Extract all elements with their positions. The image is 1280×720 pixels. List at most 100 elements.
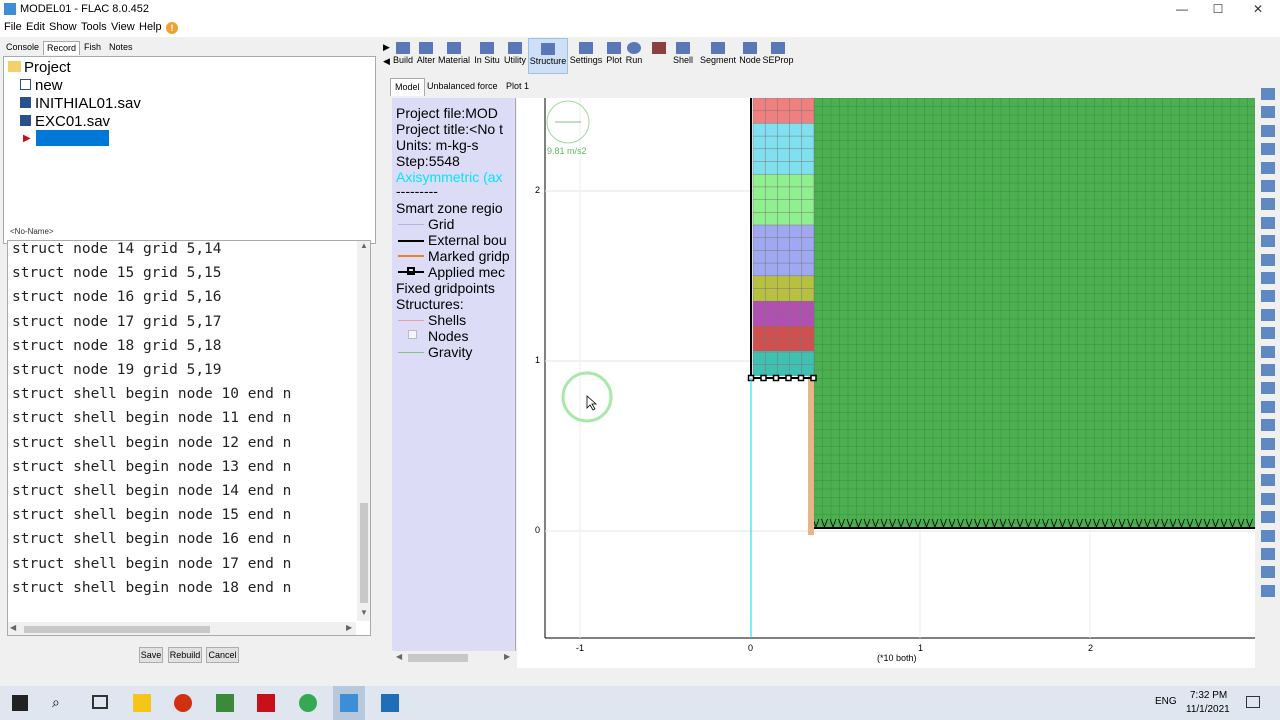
pane-splitter[interactable]: ▶ ◀ (382, 38, 390, 670)
plot-tool[interactable]: Plot (604, 38, 624, 74)
notification-icon[interactable] (1246, 696, 1260, 708)
tree-item-selected[interactable] (36, 130, 109, 146)
zoom-in-icon[interactable] (1261, 456, 1275, 468)
expand-arrow-icon[interactable]: ◀ (383, 56, 390, 67)
tab-unbalanced-force[interactable]: Unbalanced force (423, 78, 502, 96)
horizontal-scrollbar[interactable]: ◀ ▶ (8, 622, 356, 635)
scroll-thumb[interactable] (408, 654, 468, 662)
chrome-icon[interactable] (299, 694, 317, 712)
app-icon-blue[interactable] (381, 694, 399, 712)
down-arrow-icon[interactable] (1261, 511, 1275, 524)
app-icon-green[interactable] (216, 694, 234, 712)
collapse-arrow-icon[interactable]: ▶ (383, 42, 390, 53)
insitu-tool[interactable]: In Situ (472, 38, 502, 74)
material-tool[interactable]: Material (437, 38, 471, 74)
tab-fish[interactable]: Fish (81, 41, 104, 55)
menu-help[interactable]: Help (139, 21, 162, 33)
hash-icon[interactable] (1261, 327, 1275, 340)
search-icon[interactable]: ⌕ (52, 694, 60, 711)
reload-icon[interactable] (1261, 106, 1275, 119)
center-icon[interactable] (1261, 382, 1275, 395)
tab-record[interactable]: Record (43, 41, 81, 55)
back-icon[interactable] (1261, 584, 1275, 597)
save-button[interactable]: Save (139, 647, 163, 663)
alter-tool[interactable]: Alter (415, 38, 437, 74)
tab-console[interactable]: Console (3, 41, 42, 55)
zoom-icon[interactable] (1261, 198, 1275, 211)
segment-tool[interactable]: Segment (700, 38, 736, 74)
undo-icon[interactable] (1261, 437, 1275, 450)
grid2-icon[interactable] (1261, 364, 1275, 376)
grid-icon[interactable] (1261, 143, 1275, 156)
ruler-icon[interactable] (1261, 308, 1275, 321)
record-editor[interactable]: struct node 14 grid 5,14 struct node 15 g… (7, 240, 371, 636)
scroll-left-icon[interactable]: ◀ (396, 652, 402, 661)
zoom-fit-icon[interactable] (1261, 419, 1275, 432)
clock-time[interactable]: 7:32 PM (1190, 690, 1227, 701)
tab-plot-1[interactable]: Plot 1 (502, 78, 533, 96)
rebuild-button[interactable]: Rebuild (168, 647, 202, 663)
legend-scrollbar[interactable]: ◀ ▶ (392, 651, 516, 665)
structure-tool[interactable]: Structure (528, 38, 568, 74)
bars-icon[interactable] (1261, 400, 1275, 413)
cancel-button[interactable]: Cancel (206, 647, 239, 663)
shell-tool[interactable]: Shell (672, 38, 694, 74)
tree-item-new[interactable]: new (20, 77, 63, 95)
tree-item-exc01[interactable]: EXC01.sav (20, 113, 110, 131)
scroll-down-icon[interactable]: ▼ (357, 608, 370, 620)
copy-icon[interactable] (1261, 124, 1275, 137)
acrobat-icon[interactable] (257, 694, 275, 712)
node-tool[interactable]: Node (738, 38, 762, 74)
right-arrow-icon[interactable] (1261, 548, 1275, 560)
windows-start-icon[interactable] (12, 695, 28, 711)
recorder-icon[interactable] (174, 694, 192, 712)
scroll-right-icon[interactable]: ▶ (346, 623, 352, 632)
scroll-thumb[interactable] (360, 503, 368, 603)
scroll-up-icon[interactable]: ▲ (357, 241, 370, 253)
tree-item-inithial01[interactable]: INITHIAL01.sav (20, 95, 141, 113)
redo-icon[interactable] (1261, 566, 1275, 579)
menu-file[interactable]: File (4, 21, 22, 33)
menu-tools[interactable]: Tools (81, 21, 107, 33)
pan-icon[interactable] (1261, 216, 1275, 229)
maximize-button[interactable]: ☐ (1208, 2, 1228, 18)
tab-notes[interactable]: Notes (106, 41, 136, 55)
menu-show[interactable]: Show (49, 21, 77, 33)
build-tool[interactable]: Build (392, 38, 414, 74)
layout-icon[interactable] (1261, 161, 1275, 174)
utility-tool[interactable]: Utility (502, 38, 528, 74)
vertical-scrollbar[interactable]: ▲ ▼ (357, 241, 370, 621)
close-view-icon[interactable] (1261, 180, 1275, 192)
scroll-left-icon[interactable]: ◀ (10, 623, 16, 632)
flac-taskbar-active[interactable] (333, 686, 365, 720)
up-arrow-icon[interactable] (1261, 492, 1275, 505)
tool-label: Settings (569, 55, 603, 65)
refresh-icon[interactable] (1261, 88, 1275, 100)
seprop-tool[interactable]: SEProp (762, 38, 794, 74)
left-arrow-icon[interactable] (1261, 529, 1275, 542)
scroll-thumb[interactable] (24, 626, 210, 633)
menu-view[interactable]: View (111, 21, 135, 33)
menu-edit[interactable]: Edit (26, 21, 45, 33)
tab-model[interactable]: Model (390, 78, 425, 96)
language-indicator[interactable]: ENG (1155, 696, 1177, 707)
close-button[interactable]: ✕ (1248, 2, 1268, 18)
settings-tool[interactable]: Settings (569, 38, 603, 74)
zoom-out-icon[interactable] (1261, 474, 1275, 487)
measure-icon[interactable] (1261, 272, 1275, 284)
tool-label: In Situ (474, 55, 500, 65)
select-icon[interactable] (1261, 235, 1275, 248)
run-tool[interactable]: Run (624, 38, 644, 74)
rotate-icon[interactable] (1261, 253, 1275, 266)
tree-root[interactable]: Project (8, 59, 71, 77)
pointer-icon[interactable] (1261, 345, 1275, 358)
scroll-right-icon[interactable]: ▶ (504, 652, 510, 661)
warning-icon[interactable]: ! (166, 22, 178, 34)
file-explorer-icon[interactable] (133, 694, 151, 712)
clock-date[interactable]: 11/1/2021 (1186, 704, 1230, 715)
link-icon[interactable] (1261, 290, 1275, 303)
model-plot[interactable]: 9.81 m/s2 2 1 0 -1 0 1 2 (*10 both) (517, 98, 1255, 668)
minimize-button[interactable]: — (1172, 2, 1192, 18)
tools-tool[interactable] (648, 38, 670, 74)
task-view-icon[interactable] (92, 695, 108, 709)
